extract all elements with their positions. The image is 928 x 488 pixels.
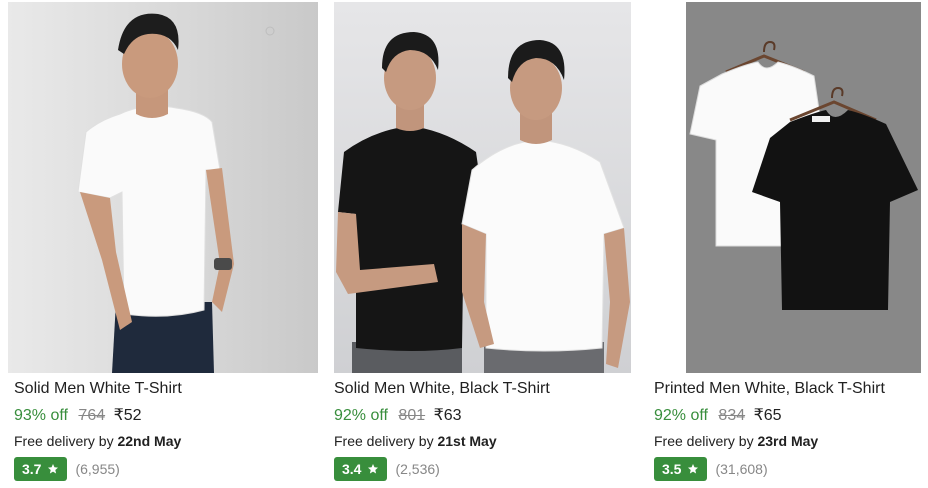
- delivery-date: 21st May: [437, 433, 497, 449]
- rating-badge: 3.7: [14, 457, 68, 481]
- star-icon: [367, 463, 379, 475]
- delivery-label: Free delivery by: [334, 433, 434, 449]
- discount-percent: 92% off: [334, 407, 388, 424]
- delivery-label: Free delivery by: [654, 433, 754, 449]
- selling-price: ₹52: [113, 407, 142, 424]
- product-title[interactable]: Solid Men White, Black T-Shirt: [334, 380, 550, 398]
- original-price: 801: [398, 407, 426, 424]
- rating-count: (2,536): [395, 461, 440, 477]
- product-image-hanging-tshirts[interactable]: [686, 2, 921, 373]
- discount-percent: 92% off: [654, 407, 708, 424]
- delivery-info: Free delivery by 22nd May: [14, 433, 181, 449]
- rating-row: 3.5 (31,608): [654, 456, 768, 482]
- delivery-date: 23rd May: [757, 433, 819, 449]
- rating-count: (6,955): [75, 461, 120, 477]
- product-card[interactable]: Solid Men White T-Shirt 93% off 764 ₹52 …: [8, 0, 318, 488]
- product-card[interactable]: Solid Men White, Black T-Shirt 92% off 8…: [334, 0, 634, 488]
- rating-badge: 3.4: [334, 457, 388, 481]
- rating-value: 3.7: [22, 461, 42, 477]
- price-row: 93% off 764 ₹52: [14, 405, 142, 425]
- price-row: 92% off 801 ₹63: [334, 405, 462, 425]
- rating-value: 3.5: [662, 461, 682, 477]
- selling-price: ₹63: [433, 407, 462, 424]
- product-image-white-black-tshirt-models[interactable]: [334, 2, 631, 373]
- delivery-info: Free delivery by 23rd May: [654, 433, 818, 449]
- rating-row: 3.7 (6,955): [14, 456, 120, 482]
- rating-row: 3.4 (2,536): [334, 456, 440, 482]
- discount-percent: 93% off: [14, 407, 68, 424]
- product-card[interactable]: Printed Men White, Black T-Shirt 92% off…: [654, 0, 928, 488]
- delivery-date: 22nd May: [117, 433, 182, 449]
- product-image-white-tshirt-model[interactable]: [8, 2, 318, 373]
- product-title[interactable]: Solid Men White T-Shirt: [14, 380, 182, 398]
- original-price: 764: [78, 407, 106, 424]
- delivery-info: Free delivery by 21st May: [334, 433, 497, 449]
- star-icon: [687, 463, 699, 475]
- product-title[interactable]: Printed Men White, Black T-Shirt: [654, 380, 885, 398]
- delivery-label: Free delivery by: [14, 433, 114, 449]
- rating-value: 3.4: [342, 461, 362, 477]
- selling-price: ₹65: [753, 407, 782, 424]
- rating-badge: 3.5: [654, 457, 708, 481]
- original-price: 834: [718, 407, 746, 424]
- rating-count: (31,608): [715, 461, 768, 477]
- star-icon: [47, 463, 59, 475]
- price-row: 92% off 834 ₹65: [654, 405, 782, 425]
